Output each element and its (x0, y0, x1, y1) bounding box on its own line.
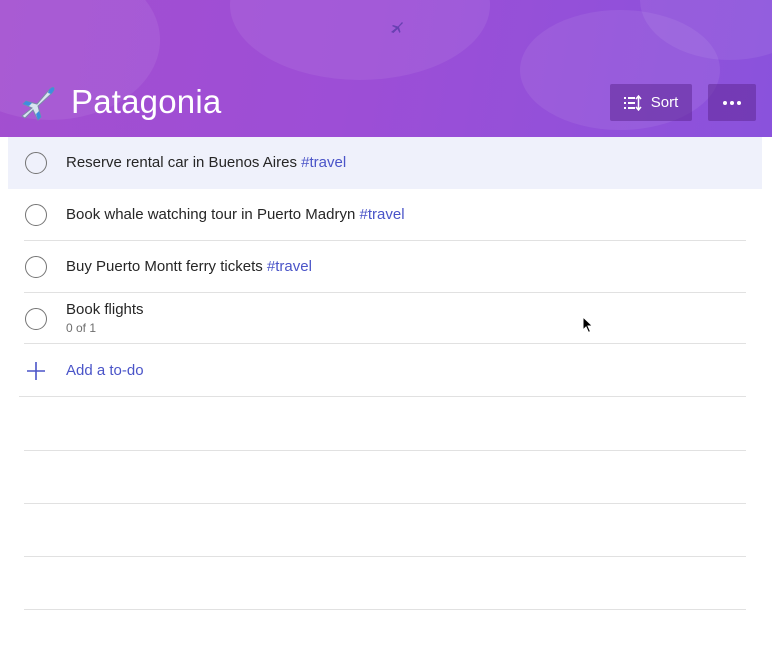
sort-button[interactable]: Sort (610, 84, 692, 121)
complete-checkbox[interactable] (25, 152, 47, 174)
header-decoration (230, 0, 490, 80)
add-todo-row[interactable]: Add a to-do (8, 344, 762, 397)
complete-checkbox[interactable] (25, 204, 47, 226)
subtask-count: 0 of 1 (66, 321, 97, 335)
task-row[interactable]: Book flights 0 of 1 (8, 293, 762, 344)
list-title-area: Patagonia (18, 80, 221, 124)
task-title: Buy Puerto Montt ferry tickets #travel (66, 258, 312, 275)
plus-icon (27, 362, 45, 380)
task-text: Book flights (66, 301, 144, 318)
tag-link[interactable]: #travel (360, 206, 405, 223)
tag-link[interactable]: #travel (267, 258, 312, 275)
task-row[interactable]: Buy Puerto Montt ferry tickets #travel (8, 241, 762, 293)
more-options-button[interactable] (708, 84, 756, 121)
empty-line (24, 450, 746, 451)
complete-checkbox[interactable] (25, 256, 47, 278)
task-text: Book whale watching tour in Puerto Madry… (66, 206, 360, 223)
task-title: Book flights 0 of 1 (66, 301, 144, 335)
task-text: Buy Puerto Montt ferry tickets (66, 258, 267, 275)
task-title: Reserve rental car in Buenos Aires #trav… (66, 154, 346, 171)
sort-icon (623, 94, 642, 111)
complete-checkbox[interactable] (25, 308, 47, 330)
list-title: Patagonia (71, 83, 222, 120)
airplane-emoji-icon (21, 86, 55, 121)
task-title: Book whale watching tour in Puerto Madry… (66, 206, 405, 223)
small-plane-icon (391, 22, 403, 33)
add-todo-label: Add a to-do (66, 362, 144, 379)
tag-link[interactable]: #travel (301, 154, 346, 171)
task-row[interactable]: Book whale watching tour in Puerto Madry… (8, 189, 762, 241)
empty-line (24, 556, 746, 557)
ellipsis-icon (723, 100, 741, 105)
empty-line (24, 609, 746, 610)
row-divider (19, 396, 746, 397)
sort-label: Sort (650, 94, 679, 111)
mouse-cursor-icon (582, 316, 594, 334)
task-row[interactable]: Reserve rental car in Buenos Aires #trav… (8, 137, 762, 189)
task-text: Reserve rental car in Buenos Aires (66, 154, 302, 171)
empty-line (24, 503, 746, 504)
list-header: Patagonia Sort (0, 0, 772, 137)
